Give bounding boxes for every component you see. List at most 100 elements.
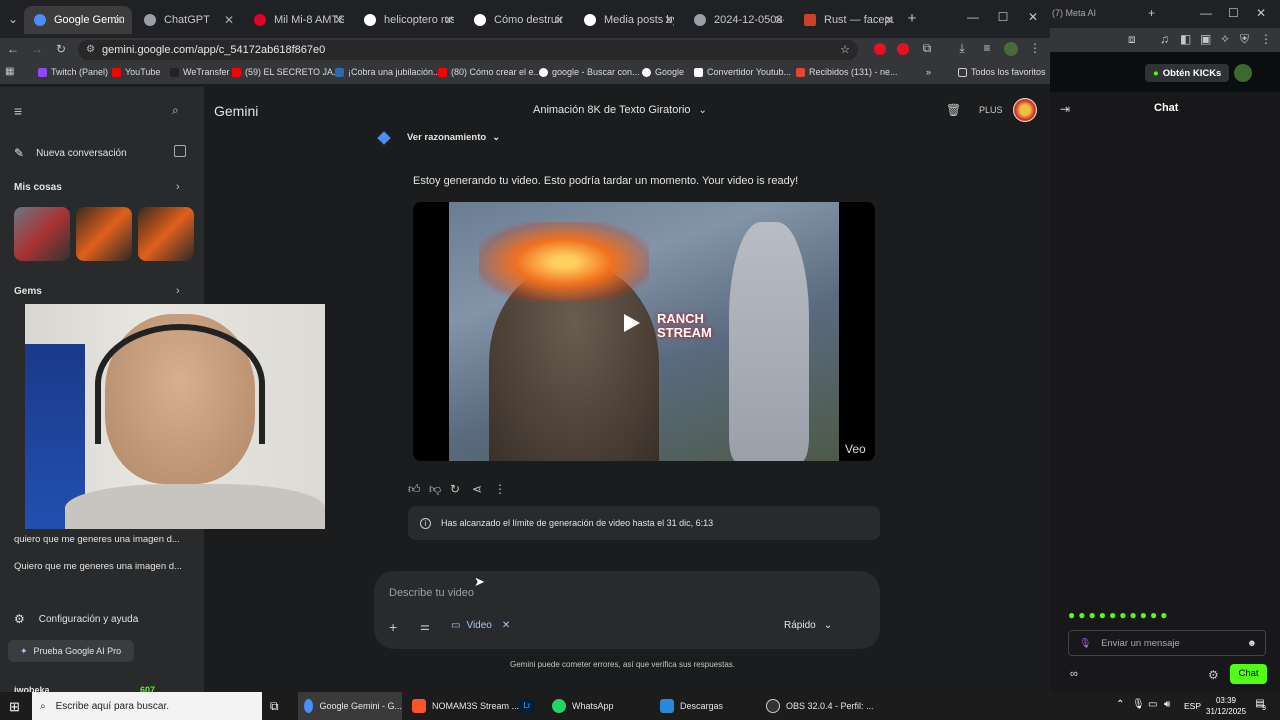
extension-record-icon[interactable] xyxy=(874,43,886,55)
extensions-icon[interactable]: ⧉ xyxy=(920,41,934,56)
close-tab-icon[interactable]: ✕ xyxy=(884,13,894,27)
emoji-icon[interactable]: ☻ xyxy=(1247,638,1257,649)
menu-kebab-icon[interactable]: ⋮ xyxy=(1260,32,1272,46)
puzzle-icon[interactable]: ✧ xyxy=(1220,32,1230,46)
reasoning-toggle[interactable]: Ver razonamiento ⌄ xyxy=(407,132,500,143)
tab-google-search[interactable]: helicoptero rust ✕ xyxy=(354,6,462,34)
sidepanel-icon[interactable]: ◧ xyxy=(1180,32,1191,46)
close-tab-icon[interactable]: ✕ xyxy=(444,13,454,27)
get-kicks-button[interactable]: ● Obtén KICKs xyxy=(1145,64,1230,82)
thumbs-up-icon[interactable]: 👍︎ xyxy=(408,482,421,497)
back-icon[interactable]: ← xyxy=(6,42,20,56)
video-tool-chip[interactable]: ▭ Video ✕ xyxy=(451,620,510,631)
try-pro-button[interactable]: ✦ Prueba Google AI Pro xyxy=(8,640,134,662)
recent-chat-item[interactable]: Quiero que me generes una imagen d... xyxy=(14,561,182,572)
search-icon[interactable]: ⌕ xyxy=(172,103,179,118)
chat-message-input[interactable]: 🎙︎ Enviar un mensaje ☻ xyxy=(1068,630,1266,656)
close-tab-icon[interactable]: ✕ xyxy=(114,13,124,27)
close-tab-icon[interactable]: ✕ xyxy=(774,13,784,27)
close-tab-icon[interactable]: ✕ xyxy=(554,13,564,27)
prompt-input[interactable]: Describe tu video xyxy=(389,587,474,599)
bookmark-item[interactable]: Recibidos (131) - ne... xyxy=(796,67,898,77)
bookmark-item[interactable]: (80) Cómo crear el e... xyxy=(438,67,541,77)
mode-selector[interactable]: Rápido ⌄ xyxy=(784,620,832,631)
forward-icon[interactable]: → xyxy=(30,42,44,56)
second-window-tab[interactable]: (7) Meta AI xyxy=(1052,8,1096,18)
more-bookmarks-icon[interactable]: » xyxy=(926,67,931,77)
profile-avatar[interactable] xyxy=(1004,42,1018,56)
close-window-icon[interactable]: ✕ xyxy=(1256,6,1266,20)
settings-help-button[interactable]: ⚙ Configuración y ayuda xyxy=(14,612,138,626)
site-info-icon[interactable]: ⚙ xyxy=(86,40,95,60)
bookmark-item[interactable]: Convertidor Youtub... xyxy=(694,67,791,77)
taskbar-search[interactable]: ⌕ Escribe aquí para buscar. xyxy=(32,692,262,720)
recent-chat-item[interactable]: quiero que me generes una imagen d... xyxy=(14,534,180,545)
play-icon[interactable] xyxy=(624,314,640,332)
video-player[interactable]: RANCH STREAM Veo xyxy=(413,202,875,461)
tab-video[interactable]: Cómo destruir he ✕ xyxy=(464,6,572,34)
thumbnail-image[interactable] xyxy=(138,207,194,261)
language-indicator[interactable]: ESP xyxy=(1184,701,1201,711)
bookmark-item[interactable]: Twitch (Panel) xyxy=(38,67,108,77)
tab-pinterest[interactable]: Mil Mi-8 AMTSh ✕ xyxy=(244,6,352,34)
tab-chatgpt[interactable]: ChatGPT ✕ xyxy=(134,6,242,34)
bookmark-item[interactable]: YouTube xyxy=(112,67,160,77)
my-stuff-heading[interactable]: Mis cosas xyxy=(14,182,62,193)
music-icon[interactable]: ♫ xyxy=(1160,32,1169,46)
minimize-icon[interactable]: — xyxy=(1200,6,1212,20)
maximize-icon[interactable]: ☐ xyxy=(996,10,1010,24)
bookmark-star-icon[interactable]: ☆ xyxy=(840,40,850,60)
new-tab-icon[interactable]: + xyxy=(904,10,920,27)
tab-file[interactable]: 2024-12-0508-52 ✕ xyxy=(684,6,792,34)
collapse-chat-icon[interactable]: ⇥ xyxy=(1060,102,1070,116)
send-chat-button[interactable]: Chat xyxy=(1230,664,1267,684)
more-options-icon[interactable]: ⋮ xyxy=(494,482,506,496)
share-icon[interactable]: ⋖ xyxy=(472,482,482,496)
bookmark-item[interactable]: WeTransfer xyxy=(170,67,230,77)
wallet-icon[interactable]: ▣ xyxy=(1200,32,1211,46)
microphone-icon[interactable]: 🎙︎ xyxy=(1079,638,1091,649)
close-tab-icon[interactable]: ✕ xyxy=(224,13,234,27)
menu-icon[interactable]: ≡ xyxy=(14,103,22,119)
tab-search-icon[interactable]: ⌄ xyxy=(6,12,20,26)
taskbar-app-whatsapp[interactable]: WhatsApp xyxy=(548,692,614,720)
add-icon[interactable]: + xyxy=(389,619,397,635)
regenerate-icon[interactable]: ↻ xyxy=(450,482,460,496)
tab-x[interactable]: Media posts by R ✕ xyxy=(574,6,682,34)
kick-avatar[interactable] xyxy=(1234,64,1252,82)
screenshot-icon[interactable]: ⧈ xyxy=(1128,32,1136,47)
task-view-icon[interactable]: ⧉ xyxy=(270,699,279,714)
chevron-right-icon[interactable]: › xyxy=(176,285,180,297)
taskbar-app-obs[interactable]: OBS 32.0.4 - Perfil: ... xyxy=(762,692,874,720)
emote-bar[interactable]: ●●●●●●●●●● xyxy=(1068,608,1263,624)
clock[interactable]: 03:39 31/12/2025 xyxy=(1206,695,1246,717)
menu-kebab-icon[interactable]: ⋮ xyxy=(1028,41,1042,55)
conversation-title-dropdown[interactable]: Animación 8K de Texto Giratorio ⌄ xyxy=(533,104,707,116)
windows-start-icon[interactable]: ⊞ xyxy=(9,699,20,715)
microphone-tray-icon[interactable]: 🎙︎ xyxy=(1132,699,1145,710)
temporary-chat-icon[interactable] xyxy=(174,145,186,157)
reload-icon[interactable]: ↻ xyxy=(54,42,68,56)
taskbar-app-downloads[interactable]: Descargas xyxy=(656,692,723,720)
new-tab-icon[interactable]: + xyxy=(1148,6,1155,20)
tray-chevron-icon[interactable]: ⌃ xyxy=(1116,699,1124,710)
close-window-icon[interactable]: ✕ xyxy=(1026,10,1040,24)
bookmark-item[interactable]: google - Buscar con... xyxy=(539,67,640,77)
taskbar-app-brave[interactable]: NOMAM3S Stream ... xyxy=(408,692,519,720)
tab-rust[interactable]: Rust — facepunc ✕ xyxy=(794,6,902,34)
close-tab-icon[interactable]: ✕ xyxy=(334,13,344,27)
taskbar-app-chrome[interactable]: Google Gemini - G... xyxy=(298,692,402,720)
apps-grid-icon[interactable]: ▦ xyxy=(5,66,14,77)
tools-icon[interactable]: ⚌ xyxy=(420,620,430,633)
media-control-icon[interactable]: ≡ xyxy=(980,41,994,55)
tab-google-gemini[interactable]: Google Gemini ✕ xyxy=(24,6,132,34)
bookmark-item[interactable]: (59) EL SECRETO JA... xyxy=(232,67,341,77)
thumbnail-image[interactable] xyxy=(14,207,70,261)
url-field[interactable]: ⚙ gemini.google.com/app/c_54172ab618f867… xyxy=(78,40,858,60)
shield-icon[interactable]: ⛨ xyxy=(1240,32,1249,47)
remove-chip-icon[interactable]: ✕ xyxy=(502,620,510,631)
volume-icon[interactable]: 🔊︎ xyxy=(1164,699,1170,710)
points-indicator[interactable]: ∞ xyxy=(1070,668,1078,680)
all-bookmarks[interactable]: Todos los favoritos xyxy=(958,67,1046,77)
delete-icon[interactable]: 🗑 xyxy=(946,103,961,117)
